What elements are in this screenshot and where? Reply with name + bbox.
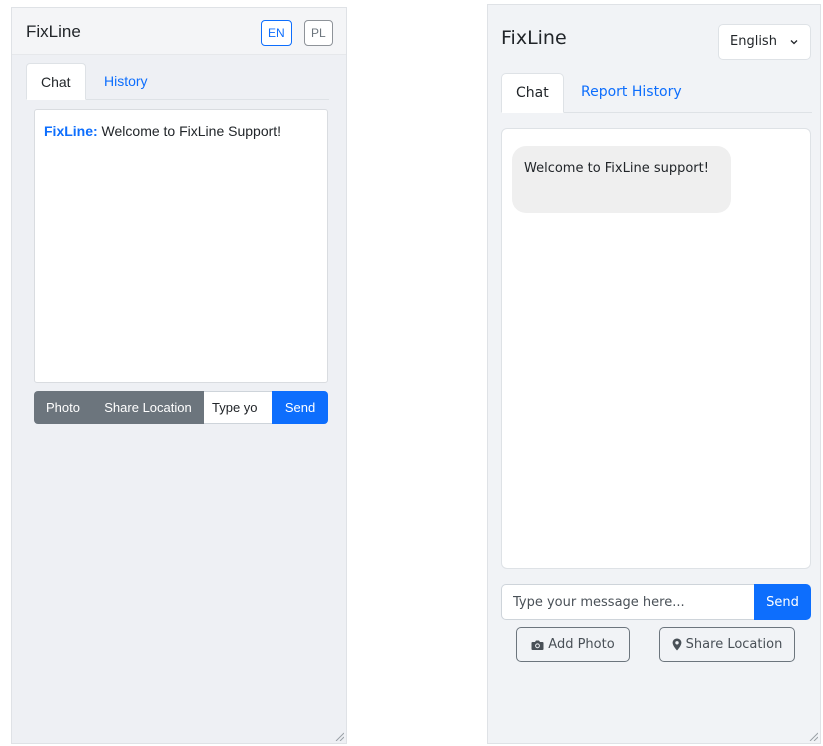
widget-header: FixLine EN PL bbox=[12, 8, 346, 55]
chat-input-group: Send bbox=[501, 584, 811, 620]
share-location-button[interactable]: Share Location bbox=[92, 391, 204, 424]
chat-messages[interactable]: Welcome to FixLine support! bbox=[501, 128, 811, 569]
tab-bar: Chat Report History bbox=[501, 73, 812, 113]
message-sender: FixLine: bbox=[44, 123, 98, 139]
tab-report-history[interactable]: Report History bbox=[567, 73, 696, 113]
camera-icon bbox=[531, 640, 544, 650]
message-input[interactable] bbox=[204, 391, 272, 424]
language-en-button[interactable]: EN bbox=[261, 20, 292, 46]
tab-chat[interactable]: Chat bbox=[26, 63, 86, 100]
app-title: FixLine bbox=[501, 27, 567, 49]
tab-chat[interactable]: Chat bbox=[501, 73, 564, 113]
add-photo-label: Add Photo bbox=[548, 637, 615, 652]
language-select-value: English bbox=[730, 34, 777, 49]
resize-grip-icon[interactable] bbox=[334, 731, 344, 741]
tab-bar: Chat History bbox=[26, 63, 329, 100]
language-select[interactable]: English bbox=[718, 24, 811, 60]
share-location-button[interactable]: Share Location bbox=[659, 627, 795, 662]
chat-input-bar: Photo Share Location Send bbox=[34, 391, 328, 424]
map-marker-icon bbox=[672, 638, 682, 651]
chat-widget-compact: FixLine EN PL Chat History FixLine: Welc… bbox=[11, 7, 347, 744]
photo-button[interactable]: Photo bbox=[34, 391, 92, 424]
chat-message: FixLine: Welcome to FixLine Support! bbox=[44, 123, 281, 139]
resize-grip-icon[interactable] bbox=[808, 731, 818, 741]
message-input[interactable] bbox=[501, 584, 754, 620]
language-pl-button[interactable]: PL bbox=[304, 20, 333, 46]
message-text: Welcome to FixLine Support! bbox=[97, 123, 282, 139]
share-location-label: Share Location bbox=[685, 637, 783, 652]
message-bubble: Welcome to FixLine support! bbox=[512, 146, 731, 213]
send-button[interactable]: Send bbox=[272, 391, 328, 424]
app-title: FixLine bbox=[26, 22, 81, 41]
chat-messages[interactable]: FixLine: Welcome to FixLine Support! bbox=[34, 109, 328, 383]
add-photo-button[interactable]: Add Photo bbox=[516, 627, 630, 662]
chat-widget-full: FixLine English Chat Report History Welc… bbox=[487, 4, 821, 744]
tab-history[interactable]: History bbox=[90, 63, 162, 100]
send-button[interactable]: Send bbox=[754, 584, 811, 620]
chevron-down-icon bbox=[790, 40, 798, 45]
